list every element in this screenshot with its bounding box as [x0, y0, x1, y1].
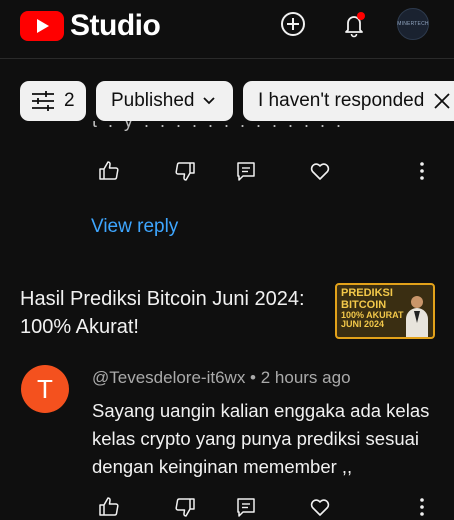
comment-text: Sayang uangin kalian enggaka ada kelas k…	[92, 400, 430, 477]
notification-dot	[357, 12, 365, 20]
status-chip-label: Published	[111, 90, 195, 111]
heart-icon[interactable]	[308, 159, 332, 183]
comment-author[interactable]: @Tevesdelore-it6wx	[92, 368, 245, 387]
reply-icon[interactable]	[234, 495, 258, 519]
filter-icon	[32, 91, 54, 111]
comment-actions	[0, 159, 454, 187]
filter-button[interactable]: 2	[20, 81, 86, 121]
view-reply-link[interactable]: View reply	[91, 216, 178, 238]
create-icon[interactable]	[279, 10, 307, 38]
comment-meta: @Tevesdelore-it6wx • 2 hours ago	[92, 368, 351, 388]
meta-separator: •	[245, 368, 261, 387]
more-vert-icon[interactable]	[410, 495, 434, 519]
heart-icon[interactable]	[308, 495, 332, 519]
video-thumbnail[interactable]: PREDIKSI BITCOIN 100% AKURAT JUNI 2024	[335, 283, 435, 339]
chevron-down-icon	[203, 97, 216, 105]
account-avatar[interactable]: MINERTECH	[397, 8, 429, 40]
studio-logo[interactable]: Studio	[20, 9, 161, 43]
thumbs-down-icon[interactable]	[173, 495, 197, 519]
close-icon[interactable]	[432, 91, 452, 111]
comment-time: 2 hours ago	[260, 368, 351, 387]
filter-chips: 2 Published I haven't responded	[20, 81, 454, 121]
header-divider	[0, 58, 454, 59]
thumbs-up-icon[interactable]	[97, 495, 121, 519]
filter-count: 2	[64, 90, 75, 111]
response-chip[interactable]: I haven't responded	[243, 81, 454, 121]
comment-actions	[0, 495, 454, 520]
youtube-play-icon	[20, 11, 64, 41]
logo-text: Studio	[70, 9, 161, 42]
thumbs-down-icon[interactable]	[173, 159, 197, 183]
reply-icon[interactable]	[234, 159, 258, 183]
notifications-icon[interactable]	[340, 10, 368, 38]
thumbs-up-icon[interactable]	[97, 159, 121, 183]
more-vert-icon[interactable]	[410, 159, 434, 183]
person-illustration	[406, 296, 428, 337]
top-bar: Studio MINERTECH	[0, 0, 454, 48]
video-title[interactable]: Hasil Prediksi Bitcoin Juni 2024: 100% A…	[20, 285, 320, 341]
previous-comment-text: t . y . . . . . . . . . . . . .	[92, 121, 345, 131]
response-chip-label: I haven't responded	[258, 90, 425, 111]
status-chip[interactable]: Published	[96, 81, 233, 121]
thumbnail-text: PREDIKSI BITCOIN 100% AKURAT JUNI 2024	[341, 287, 404, 329]
commenter-avatar[interactable]: T	[21, 365, 69, 413]
